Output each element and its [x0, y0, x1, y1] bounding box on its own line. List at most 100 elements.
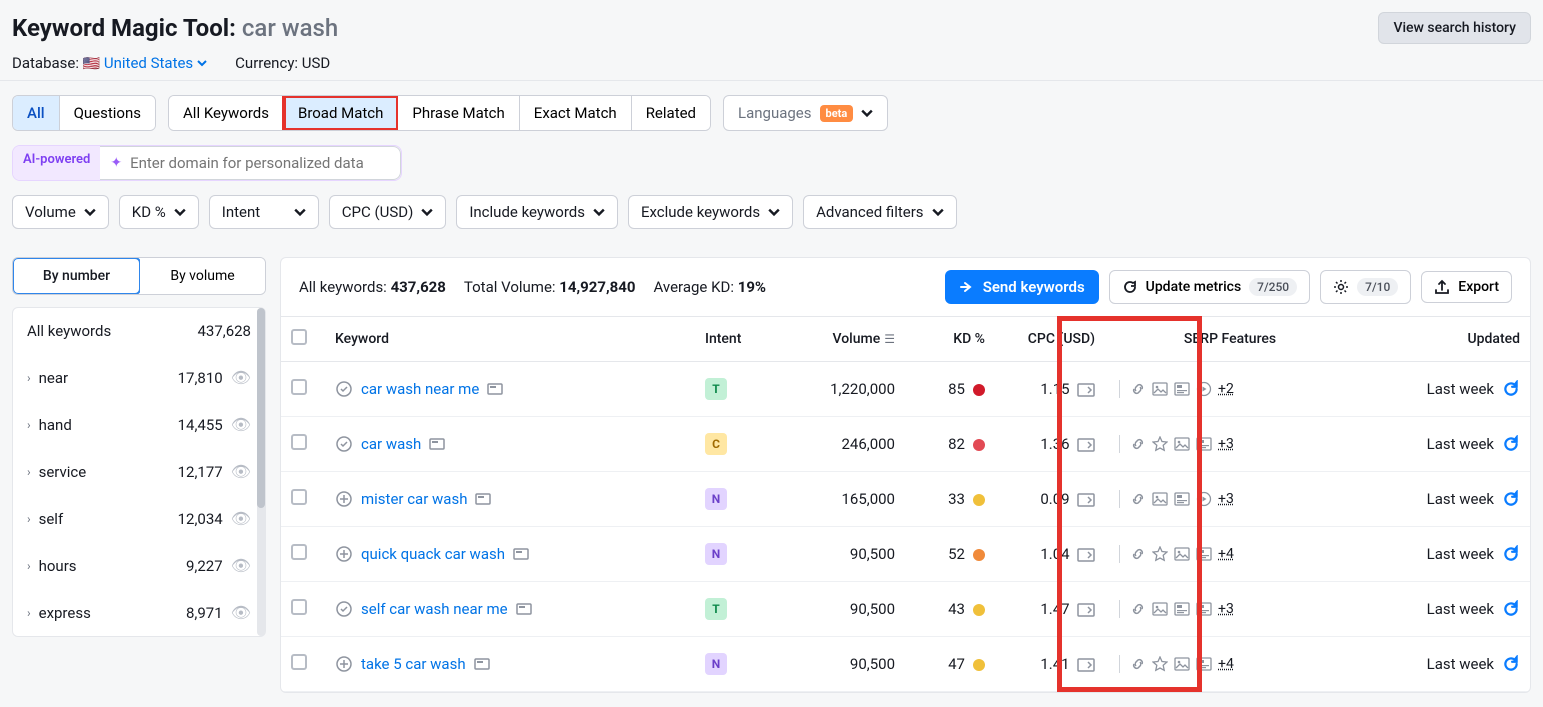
row-checkbox[interactable]: [291, 599, 307, 615]
col-keyword[interactable]: Keyword: [325, 317, 695, 362]
row-checkbox[interactable]: [291, 489, 307, 505]
serp-ad-icon[interactable]: [1077, 492, 1095, 508]
eye-icon[interactable]: 👁: [231, 368, 251, 387]
row-checkbox[interactable]: [291, 434, 307, 450]
col-kd[interactable]: KD %: [905, 317, 995, 362]
keyword-link[interactable]: quick quack car wash: [361, 545, 505, 563]
serp-more-link[interactable]: +4: [1218, 546, 1234, 562]
serp-preview-icon[interactable]: [429, 436, 445, 452]
eye-icon[interactable]: 👁: [231, 509, 251, 528]
row-checkbox[interactable]: [291, 654, 307, 670]
serp-more-link[interactable]: +2: [1218, 381, 1234, 397]
kd-filter[interactable]: KD %: [119, 195, 199, 229]
by-number-button[interactable]: By number: [12, 257, 141, 295]
serp-ad-icon[interactable]: [1077, 602, 1095, 618]
kd-cell: 82: [905, 417, 995, 472]
serp-preview-icon[interactable]: [513, 546, 529, 562]
refresh-icon[interactable]: [1502, 655, 1520, 673]
keyword-link[interactable]: self car wash near me: [361, 600, 508, 618]
tab-questions[interactable]: Questions: [60, 96, 155, 130]
keyword-groups-sidebar: By number By volume All keywords 437,628…: [12, 257, 266, 693]
plus-ring-icon: [335, 655, 353, 673]
chevron-down-icon: [84, 206, 96, 218]
cpc-cell: 1.41: [995, 637, 1105, 692]
sidebar-item[interactable]: ›express8,971👁: [13, 589, 265, 636]
serp-ad-icon[interactable]: [1077, 657, 1095, 673]
tab-exact-match[interactable]: Exact Match: [520, 96, 632, 130]
refresh-icon[interactable]: [1502, 380, 1520, 398]
eye-icon[interactable]: 👁: [231, 556, 251, 575]
by-volume-button[interactable]: By volume: [140, 258, 265, 294]
volume-cell: 246,000: [765, 417, 905, 472]
sidebar-scrollbar[interactable]: [257, 308, 265, 636]
select-all-checkbox[interactable]: [291, 329, 307, 345]
tab-phrase-match[interactable]: Phrase Match: [398, 96, 519, 130]
export-button[interactable]: Export: [1421, 271, 1512, 303]
refresh-icon[interactable]: [1502, 600, 1520, 618]
serp-more-link[interactable]: +3: [1218, 601, 1234, 617]
refresh-icon[interactable]: [1502, 545, 1520, 563]
serp-more-link[interactable]: +3: [1218, 491, 1234, 507]
kd-cell: 47: [905, 637, 995, 692]
refresh-icon[interactable]: [1502, 435, 1520, 453]
serp-preview-icon[interactable]: [516, 601, 532, 617]
send-keywords-button[interactable]: Send keywords: [945, 270, 1099, 304]
refresh-icon[interactable]: [1502, 490, 1520, 508]
sidebar-item[interactable]: ›hand14,455👁: [13, 401, 265, 448]
keyword-link[interactable]: car wash: [361, 435, 421, 453]
col-serp[interactable]: SERP Features: [1105, 317, 1355, 362]
kd-cell: 33: [905, 472, 995, 527]
col-cpc[interactable]: CPC (USD): [995, 317, 1105, 362]
serp-ad-icon[interactable]: [1077, 547, 1095, 563]
view-history-button[interactable]: View search history: [1378, 12, 1531, 44]
plus-ring-icon: [335, 545, 353, 563]
eye-icon[interactable]: 👁: [231, 415, 251, 434]
sidebar-item[interactable]: ›self12,034👁: [13, 495, 265, 542]
results-panel: All keywords: 437,628 Total Volume: 14,9…: [280, 257, 1531, 693]
tab-broad-match[interactable]: Broad Match: [284, 96, 398, 130]
serp-more-link[interactable]: +3: [1218, 436, 1234, 452]
volume-filter[interactable]: Volume: [12, 195, 109, 229]
sidebar-sort-toggle: By number By volume: [12, 257, 266, 295]
chevron-down-icon: [294, 206, 306, 218]
serp-preview-icon[interactable]: [487, 381, 503, 397]
ai-domain-input[interactable]: [130, 147, 390, 179]
kd-cell: 52: [905, 527, 995, 582]
col-volume[interactable]: Volume☰: [765, 317, 905, 362]
keyword-link[interactable]: take 5 car wash: [361, 655, 466, 673]
tab-all[interactable]: All: [13, 96, 60, 130]
sidebar-item[interactable]: ›near17,810👁: [13, 354, 265, 401]
all-keywords-count: 437,628: [197, 322, 251, 340]
database-value[interactable]: United States: [104, 54, 207, 72]
row-checkbox[interactable]: [291, 544, 307, 560]
serp-preview-icon[interactable]: [475, 491, 491, 507]
gear-icon: [1333, 279, 1349, 295]
eye-icon[interactable]: 👁: [231, 603, 251, 622]
serp-preview-icon[interactable]: [474, 656, 490, 672]
update-metrics-button[interactable]: Update metrics 7/250: [1109, 270, 1310, 304]
sidebar-item[interactable]: ›hours9,227👁: [13, 542, 265, 589]
sidebar-item[interactable]: ›service12,177👁: [13, 448, 265, 495]
volume-cell: 90,500: [765, 527, 905, 582]
settings-button[interactable]: 7/10: [1320, 270, 1411, 304]
cpc-filter[interactable]: CPC (USD): [329, 195, 447, 229]
intent-filter[interactable]: Intent: [209, 195, 319, 229]
database-selector[interactable]: Database: 🇺🇸 United States: [12, 54, 207, 72]
tab-related[interactable]: Related: [632, 96, 710, 130]
link-icon: [1130, 436, 1146, 452]
exclude-keywords-filter[interactable]: Exclude keywords: [628, 195, 793, 229]
serp-ad-icon[interactable]: [1077, 382, 1095, 398]
col-intent[interactable]: Intent: [695, 317, 765, 362]
row-checkbox[interactable]: [291, 379, 307, 395]
advanced-filters[interactable]: Advanced filters: [803, 195, 956, 229]
all-keywords-label[interactable]: All keywords: [27, 322, 111, 340]
serp-more-link[interactable]: +4: [1218, 656, 1234, 672]
include-keywords-filter[interactable]: Include keywords: [456, 195, 618, 229]
tab-all-keywords[interactable]: All Keywords: [169, 96, 284, 130]
keyword-link[interactable]: car wash near me: [361, 380, 479, 398]
serp-ad-icon[interactable]: [1077, 437, 1095, 453]
col-updated[interactable]: Updated: [1355, 317, 1530, 362]
languages-dropdown[interactable]: Languages beta: [723, 95, 888, 131]
keyword-link[interactable]: mister car wash: [361, 490, 467, 508]
eye-icon[interactable]: 👁: [231, 462, 251, 481]
